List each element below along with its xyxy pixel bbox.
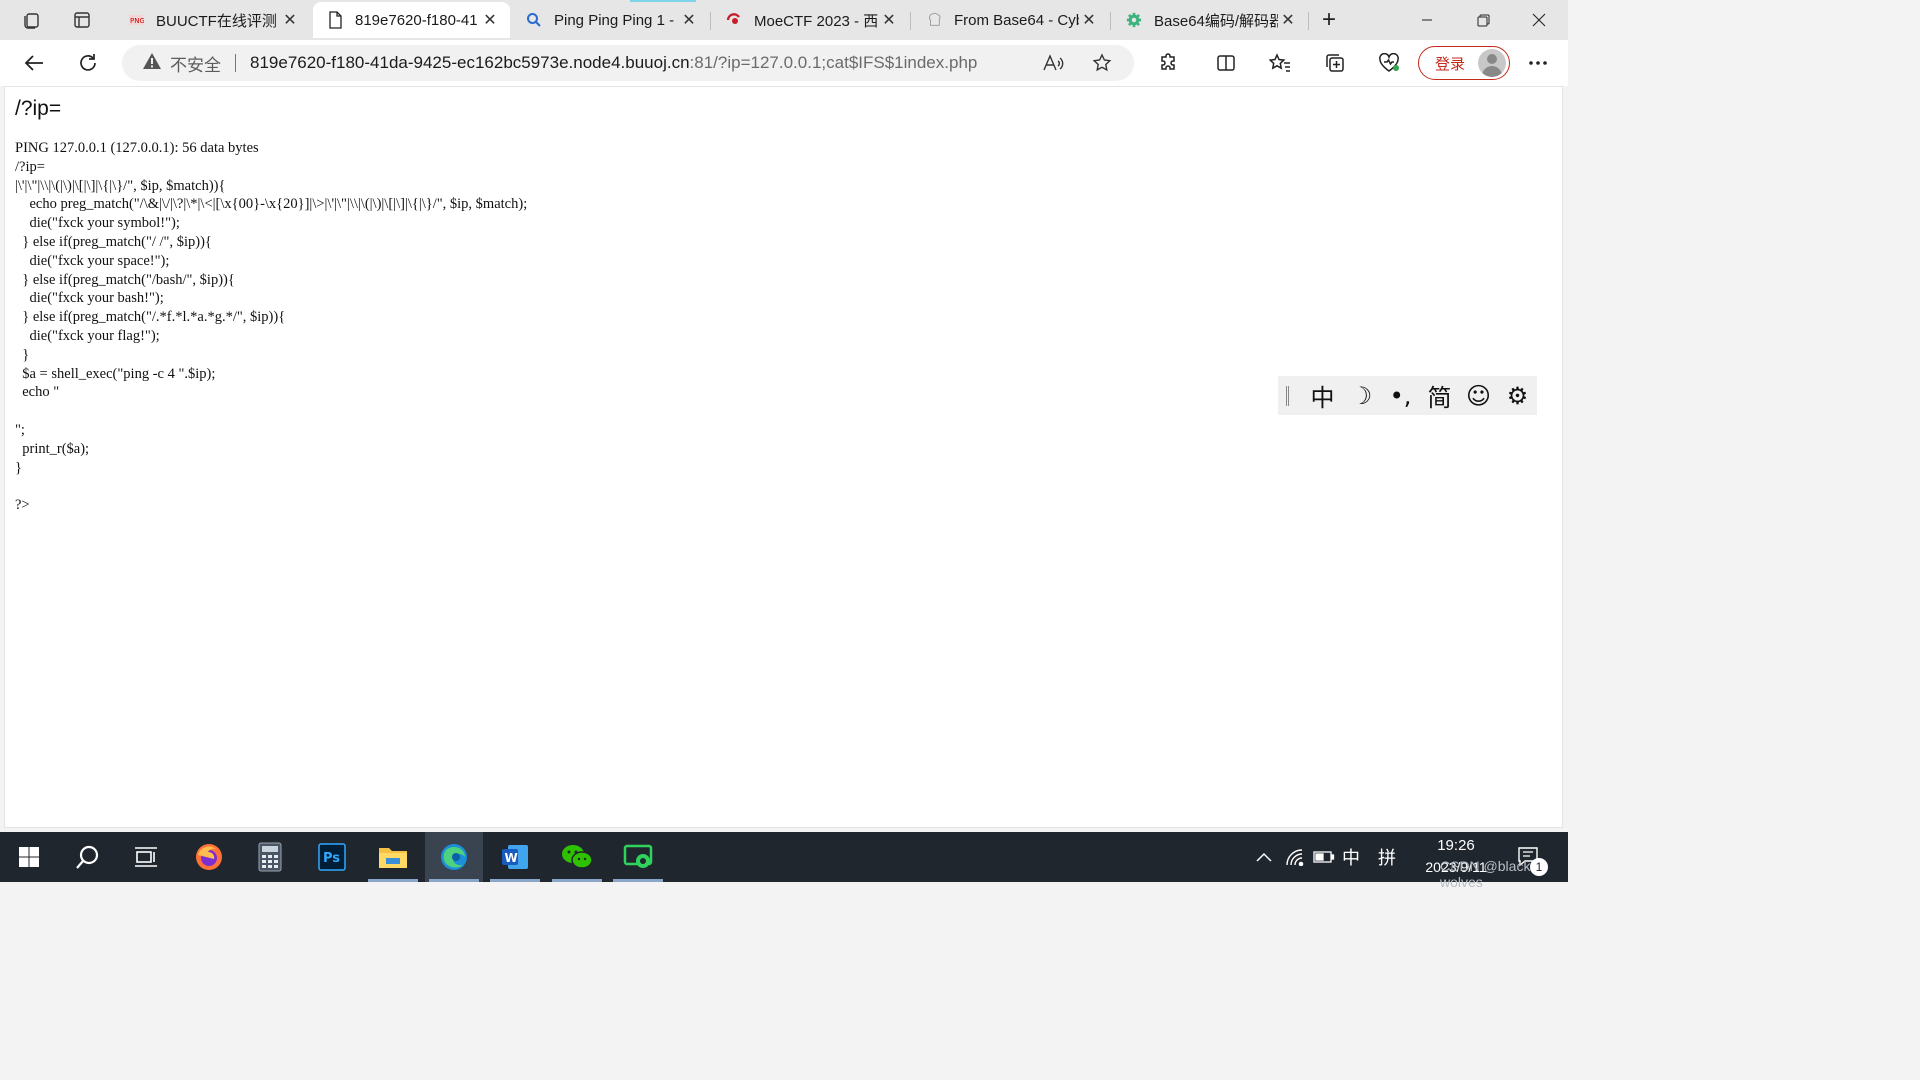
calculator-icon[interactable]	[241, 832, 299, 882]
split-screen-icon[interactable]	[1209, 46, 1243, 80]
svg-text:W: W	[505, 851, 518, 865]
tab-cyberchef[interactable]: From Base64 - Cyb ✕	[912, 2, 1109, 38]
avatar	[1478, 49, 1506, 77]
close-icon[interactable]: ✕	[480, 10, 500, 30]
ime-drag-handle[interactable]	[1286, 385, 1289, 406]
page-icon	[327, 11, 343, 29]
close-icon[interactable]: ✕	[879, 10, 899, 30]
close-icon[interactable]: ✕	[280, 10, 300, 30]
tab-separator	[1110, 12, 1111, 30]
tab-separator	[710, 12, 711, 30]
tab-current-page[interactable]: 819e7620-f180-41 ✕	[313, 2, 510, 38]
login-button[interactable]: 登录	[1418, 46, 1510, 80]
close-window-button[interactable]	[1511, 0, 1567, 40]
firefox-icon[interactable]	[180, 832, 238, 882]
tab-separator	[1308, 12, 1309, 30]
tab-title: 819e7620-f180-41	[355, 11, 478, 29]
tab-title: BUUCTF在线评测	[156, 12, 277, 30]
tab-base64-tool[interactable]: Base64编码/解码器 ✕	[1112, 2, 1308, 38]
ime-language-toggle[interactable]: 中	[1303, 376, 1342, 415]
tab-moectf[interactable]: MoeCTF 2023 - 西 ✕	[712, 2, 909, 38]
settings-icon[interactable]: ⚙	[1498, 376, 1537, 415]
tab-title: From Base64 - Cyb	[954, 11, 1079, 29]
edge-icon[interactable]	[425, 832, 483, 882]
emoji-icon[interactable]: ☺	[1459, 376, 1498, 415]
battery-icon[interactable]	[1311, 832, 1337, 882]
refresh-icon[interactable]	[71, 46, 105, 80]
file-explorer-icon[interactable]	[364, 832, 422, 882]
wechat-icon[interactable]	[548, 832, 606, 882]
tab-title: MoeCTF 2023 - 西	[754, 12, 879, 30]
screen-recorder-icon[interactable]	[609, 832, 667, 882]
tab-actions-icon[interactable]	[64, 4, 100, 36]
url-path[interactable]: :81/?ip=127.0.0.1;cat$IFS$1index.php	[690, 53, 978, 73]
close-icon[interactable]: ✕	[679, 10, 699, 30]
minimize-button[interactable]	[1399, 0, 1455, 40]
photoshop-icon[interactable]: Ps	[303, 832, 361, 882]
restore-button[interactable]	[1455, 0, 1511, 40]
moon-icon[interactable]: ☽	[1342, 376, 1381, 415]
workspaces-icon[interactable]	[14, 4, 50, 36]
tab-separator	[910, 12, 911, 30]
browser-toolbar: 不安全 819e7620-f180-41da-9425-ec162bc5973e…	[0, 40, 1568, 86]
watermark: CSDN @black wolves	[1440, 858, 1531, 890]
ime-toolbar: 中 ☽ •, 简 ☺ ⚙	[1278, 376, 1537, 415]
login-label: 登录	[1435, 55, 1466, 73]
favorites-icon[interactable]	[1263, 46, 1297, 80]
address-separator	[235, 54, 236, 72]
tab-ping-ping-ping[interactable]: Ping Ping Ping 1 - ✕	[512, 2, 709, 38]
new-tab-button[interactable]: +	[1314, 6, 1344, 34]
svg-text:Ps: Ps	[323, 851, 340, 866]
extensions-icon[interactable]	[1151, 46, 1185, 80]
tab-buuctf[interactable]: PNG BUUCTF在线评测 ✕	[114, 2, 310, 38]
read-aloud-icon[interactable]	[1037, 47, 1069, 79]
word-icon[interactable]: W	[486, 832, 544, 882]
clock-time: 19:26	[1437, 837, 1475, 854]
network-icon[interactable]	[1282, 832, 1308, 882]
taskbar: Ps W 中 拼 19:26 2023/9/11 1	[0, 832, 1568, 882]
keyboard-layout-indicator[interactable]: 拼	[1374, 832, 1400, 882]
address-bar[interactable]: 不安全 819e7620-f180-41da-9425-ec162bc5973e…	[122, 45, 1134, 81]
tab-title: Base64编码/解码器	[1154, 12, 1278, 30]
cyberchef-favicon	[926, 12, 942, 28]
page-heading: /?ip=	[15, 97, 62, 120]
collections-icon[interactable]	[1318, 46, 1352, 80]
page-viewport: /?ip= PING 127.0.0.1 (127.0.0.1): 56 dat…	[4, 86, 1563, 828]
back-icon[interactable]	[17, 46, 51, 80]
warning-icon[interactable]	[142, 52, 162, 75]
security-label[interactable]: 不安全	[170, 51, 221, 76]
ime-simplified-toggle[interactable]: 简	[1420, 376, 1459, 415]
ime-indicator[interactable]: 中	[1338, 832, 1364, 882]
task-view-icon[interactable]	[117, 832, 175, 882]
search-icon	[526, 12, 542, 28]
svg-text:PNG: PNG	[130, 17, 144, 25]
search-icon[interactable]	[59, 832, 117, 882]
url-host[interactable]: 819e7620-f180-41da-9425-ec162bc5973e.nod…	[250, 53, 690, 73]
close-icon[interactable]: ✕	[1079, 10, 1099, 30]
tab-strip: PNG BUUCTF在线评测 ✕ 819e7620-f180-41 ✕ Ping…	[0, 0, 1568, 40]
favorite-star-icon[interactable]	[1086, 47, 1118, 79]
page-source-output: PING 127.0.0.1 (127.0.0.1): 56 data byte…	[15, 140, 528, 514]
gear-favicon	[1126, 12, 1142, 28]
punctuation-icon[interactable]: •,	[1381, 376, 1420, 415]
tab-title: Ping Ping Ping 1 -	[554, 11, 675, 29]
browser-essentials-icon[interactable]	[1372, 46, 1406, 80]
buuctf-favicon: PNG	[128, 12, 144, 28]
chevron-up-icon[interactable]	[1252, 832, 1276, 882]
more-options-icon[interactable]	[1521, 46, 1555, 80]
close-icon[interactable]: ✕	[1278, 10, 1298, 30]
start-icon[interactable]	[0, 832, 58, 882]
moectf-favicon	[726, 12, 742, 28]
